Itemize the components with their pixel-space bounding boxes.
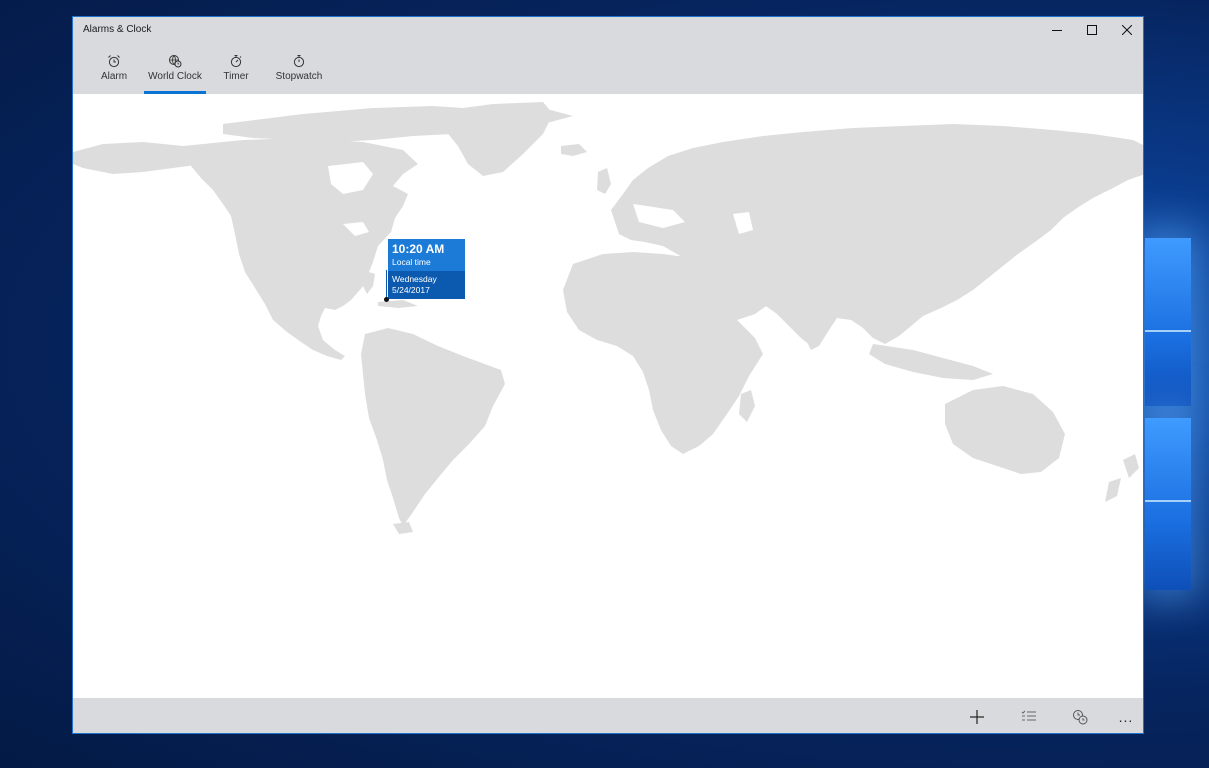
add-city-button[interactable]	[960, 704, 994, 730]
more-button[interactable]: ...	[1109, 704, 1143, 730]
wallpaper-logo-pane	[1145, 418, 1191, 590]
window-title: Alarms & Clock	[83, 24, 152, 35]
more-icon: ...	[1118, 709, 1134, 725]
close-icon	[1122, 25, 1132, 35]
wallpaper-light-line	[1145, 330, 1191, 332]
local-time-label: Local time	[392, 257, 431, 267]
local-time-card[interactable]: 10:20 AM Local time Wednesday 5/24/2017	[388, 239, 465, 299]
compare-clocks-icon	[1073, 710, 1088, 725]
select-list-icon	[1021, 710, 1036, 721]
world-map-land	[73, 102, 1143, 534]
tab-label: Alarm	[100, 71, 128, 82]
wallpaper-light-line	[1145, 500, 1191, 502]
world-map[interactable]: 10:20 AM Local time Wednesday 5/24/2017	[73, 94, 1143, 698]
tab-label: Stopwatch	[275, 71, 323, 82]
local-date-block: Wednesday 5/24/2017	[388, 271, 465, 299]
tab-label: Timer	[223, 71, 249, 82]
command-bar: ...	[73, 698, 1143, 733]
timer-icon	[230, 55, 242, 68]
plus-icon	[970, 710, 984, 724]
app-window: Alarms & Clock Alarm World Clock Timer S…	[72, 16, 1144, 734]
globe-clock-icon	[169, 55, 182, 68]
minimize-button[interactable]	[1039, 17, 1075, 43]
alarm-clock-icon	[108, 55, 120, 68]
compare-button[interactable]	[1063, 704, 1097, 730]
tab-bar: Alarm World Clock Timer Stopwatch	[73, 47, 1143, 94]
tab-alarm[interactable]: Alarm	[93, 47, 135, 94]
local-day: Wednesday	[392, 274, 437, 284]
tab-world-clock[interactable]: World Clock	[144, 47, 206, 94]
wallpaper-logo-pane	[1145, 238, 1191, 406]
title-bar[interactable]: Alarms & Clock	[73, 17, 1143, 47]
select-button[interactable]	[1012, 704, 1046, 730]
maximize-icon	[1087, 25, 1097, 35]
location-pin[interactable]	[384, 297, 389, 302]
minimize-icon	[1052, 30, 1062, 31]
stopwatch-icon	[293, 55, 305, 68]
tab-timer[interactable]: Timer	[216, 47, 256, 94]
tab-stopwatch[interactable]: Stopwatch	[269, 47, 329, 94]
maximize-button[interactable]	[1074, 17, 1110, 43]
close-button[interactable]	[1109, 17, 1143, 43]
pin-connector	[386, 270, 387, 299]
tab-label: World Clock	[148, 71, 202, 82]
local-time: 10:20 AM	[392, 242, 445, 256]
local-time-card-header: 10:20 AM Local time	[388, 239, 465, 271]
local-date: 5/24/2017	[392, 285, 430, 295]
